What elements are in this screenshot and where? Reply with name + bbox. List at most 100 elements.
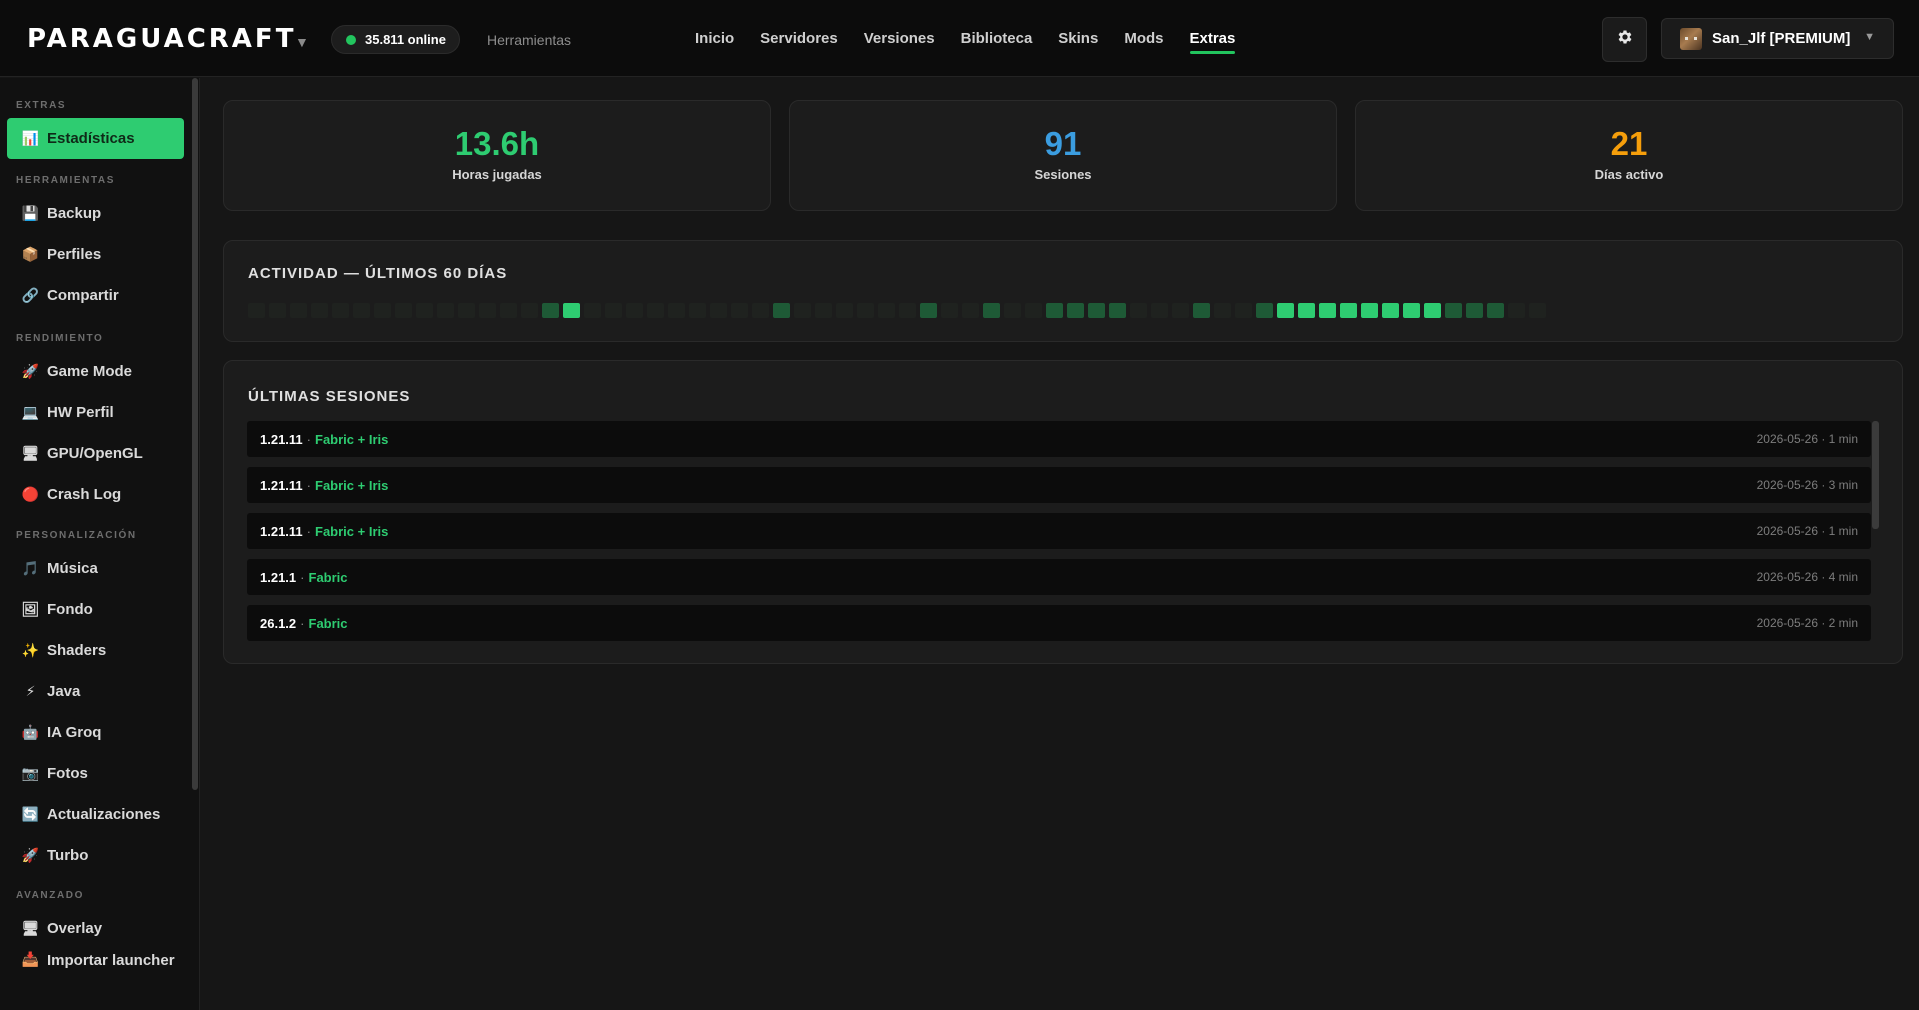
camera-icon: 📷 <box>21 765 40 782</box>
refresh-icon: 🔄 <box>21 806 40 823</box>
activity-day-cell <box>1361 303 1378 318</box>
nav-mods[interactable]: Mods <box>1111 0 1176 77</box>
activity-day-cell <box>626 303 643 318</box>
user-account-button[interactable]: San_Jlf [PREMIUM] ▼ <box>1661 18 1894 59</box>
nav-inicio[interactable]: Inicio <box>682 0 747 77</box>
settings-button[interactable] <box>1602 17 1647 62</box>
online-players-badge: 35.811 online <box>331 25 460 54</box>
activity-day-cell <box>584 303 601 318</box>
activity-day-cell <box>395 303 412 318</box>
sidebar-item-música[interactable]: 🎵 Música <box>7 548 184 589</box>
activity-day-cell <box>1193 303 1210 318</box>
activity-day-cell <box>1172 303 1189 318</box>
sidebar-item-actualizaciones[interactable]: 🔄 Actualizaciones <box>7 794 184 835</box>
sidebar-item-label: HW Perfil <box>47 404 114 421</box>
stat-value: 21 <box>1610 125 1648 162</box>
user-name: San_Jlf [PREMIUM] <box>1712 30 1851 47</box>
sidebar-item-estadísticas[interactable]: 📊 Estadísticas <box>7 118 184 159</box>
sidebar-item-overlay[interactable]: 🖥 Overlay <box>7 908 184 949</box>
sidebar-item-label: Overlay <box>47 920 103 937</box>
activity-day-cell <box>710 303 727 318</box>
gear-icon <box>1616 28 1634 51</box>
session-version: 1.21.1 <box>260 569 297 585</box>
sidebar-section-title: RENDIMIENTO <box>16 333 104 344</box>
session-row[interactable]: 1.21.1 · Fabric 2026-05-26 · 4 min <box>247 559 1871 595</box>
sidebar-item-shaders[interactable]: ✨ Shaders <box>7 630 184 671</box>
sidebar-item-crash-log[interactable]: 🔴 Crash Log <box>7 474 184 515</box>
session-version: 1.21.11 <box>260 523 303 539</box>
nav-versiones[interactable]: Versiones <box>851 0 948 77</box>
stat-card-sessions: 91 Sesiones <box>789 100 1337 211</box>
sidebar-item-fotos[interactable]: 📷 Fotos <box>7 753 184 794</box>
session-separator: · <box>300 569 305 585</box>
sessions-scrollbar[interactable] <box>1872 421 1879 529</box>
sidebar-item-game-mode[interactable]: 🚀 Game Mode <box>7 351 184 392</box>
nav-biblioteca[interactable]: Biblioteca <box>948 0 1046 77</box>
nav-skins[interactable]: Skins <box>1045 0 1111 77</box>
activity-day-cell <box>689 303 706 318</box>
session-row[interactable]: 1.21.11 · Fabric + Iris 2026-05-26 · 3 min <box>247 467 1871 503</box>
stat-value: 13.6h <box>454 125 540 162</box>
brand-logo[interactable]: PARAGUACRAFT <box>27 24 296 54</box>
sidebar-item-gpu-opengl[interactable]: 🖥 GPU/OpenGL <box>7 433 184 474</box>
activity-day-cell <box>1277 303 1294 318</box>
sidebar-section-title: HERRAMIENTAS <box>16 175 116 186</box>
session-meta: 2026-05-26 · 1 min <box>1756 524 1858 538</box>
sidebar-item-fondo[interactable]: 🖼 Fondo <box>7 589 184 630</box>
stat-label: Días activo <box>1594 167 1664 182</box>
session-version: 26.1.2 <box>260 615 297 631</box>
activity-day-cell <box>1151 303 1168 318</box>
session-row[interactable]: 1.21.11 · Fabric + Iris 2026-05-26 · 1 min <box>247 421 1871 457</box>
tools-link[interactable]: Herramientas <box>487 32 571 48</box>
activity-day-cell <box>290 303 307 318</box>
session-separator: · <box>300 615 305 631</box>
session-loader: Fabric + Iris <box>315 477 389 493</box>
sidebar-item-ia-groq[interactable]: 🤖 IA Groq <box>7 712 184 753</box>
session-meta: 2026-05-26 · 1 min <box>1756 432 1858 446</box>
sidebar-item-perfiles[interactable]: 📦 Perfiles <box>7 234 184 275</box>
sidebar-item-importar-launcher[interactable]: 📥 Importar launcher <box>7 949 184 995</box>
session-loader: Fabric + Iris <box>315 431 389 447</box>
activity-day-cell <box>605 303 622 318</box>
sidebar-item-label: Fondo <box>47 601 93 618</box>
activity-panel: ACTIVIDAD — ÚLTIMOS 60 DÍAS <box>223 240 1903 342</box>
sidebar-item-turbo[interactable]: 🚀 Turbo <box>7 835 184 876</box>
red-circle-icon: 🔴 <box>21 486 40 503</box>
activity-day-cell <box>1298 303 1315 318</box>
activity-day-cell <box>374 303 391 318</box>
sidebar-item-label: Fotos <box>47 765 88 782</box>
activity-day-cell <box>458 303 475 318</box>
sidebar-item-java[interactable]: ⚡ Java <box>7 671 184 712</box>
sidebar-section-title: PERSONALIZACIÓN <box>16 530 137 541</box>
activity-day-cell <box>668 303 685 318</box>
activity-day-cell <box>332 303 349 318</box>
nav-servidores[interactable]: Servidores <box>747 0 851 77</box>
activity-day-cell <box>1214 303 1231 318</box>
session-row[interactable]: 26.1.2 · Fabric 2026-05-26 · 2 min <box>247 605 1871 641</box>
sidebar-scrollbar[interactable] <box>192 78 198 790</box>
activity-title: ACTIVIDAD — ÚLTIMOS 60 DÍAS <box>248 265 508 282</box>
main-nav: Inicio Servidores Versiones Biblioteca Skins… <box>682 0 1248 77</box>
online-status-dot-icon <box>346 34 356 45</box>
robot-icon: 🤖 <box>21 724 40 741</box>
brand-menu-caret-icon[interactable]: ▼ <box>295 34 309 50</box>
activity-day-cell <box>1529 303 1546 318</box>
session-row[interactable]: 1.21.11 · Fabric + Iris 2026-05-26 · 1 min <box>247 513 1871 549</box>
activity-day-cell <box>647 303 664 318</box>
sidebar-item-backup[interactable]: 💾 Backup <box>7 193 184 234</box>
stat-value: 91 <box>1044 125 1082 162</box>
activity-day-cell <box>1319 303 1336 318</box>
activity-day-cell <box>563 303 580 318</box>
activity-day-cell <box>542 303 559 318</box>
activity-day-cell <box>500 303 517 318</box>
activity-day-cell <box>983 303 1000 318</box>
sidebar-item-label: Turbo <box>47 847 89 864</box>
sidebar-section-title: AVANZADO <box>16 890 84 901</box>
activity-day-cell <box>479 303 496 318</box>
session-meta: 2026-05-26 · 3 min <box>1756 478 1858 492</box>
sidebar-item-hw-perfil[interactable]: 💻 HW Perfil <box>7 392 184 433</box>
sidebar-item-compartir[interactable]: 🔗 Compartir <box>7 275 184 316</box>
sidebar-section-title: EXTRAS <box>16 100 67 111</box>
nav-extras[interactable]: Extras <box>1177 0 1249 77</box>
sidebar-item-label: Estadísticas <box>47 130 135 147</box>
